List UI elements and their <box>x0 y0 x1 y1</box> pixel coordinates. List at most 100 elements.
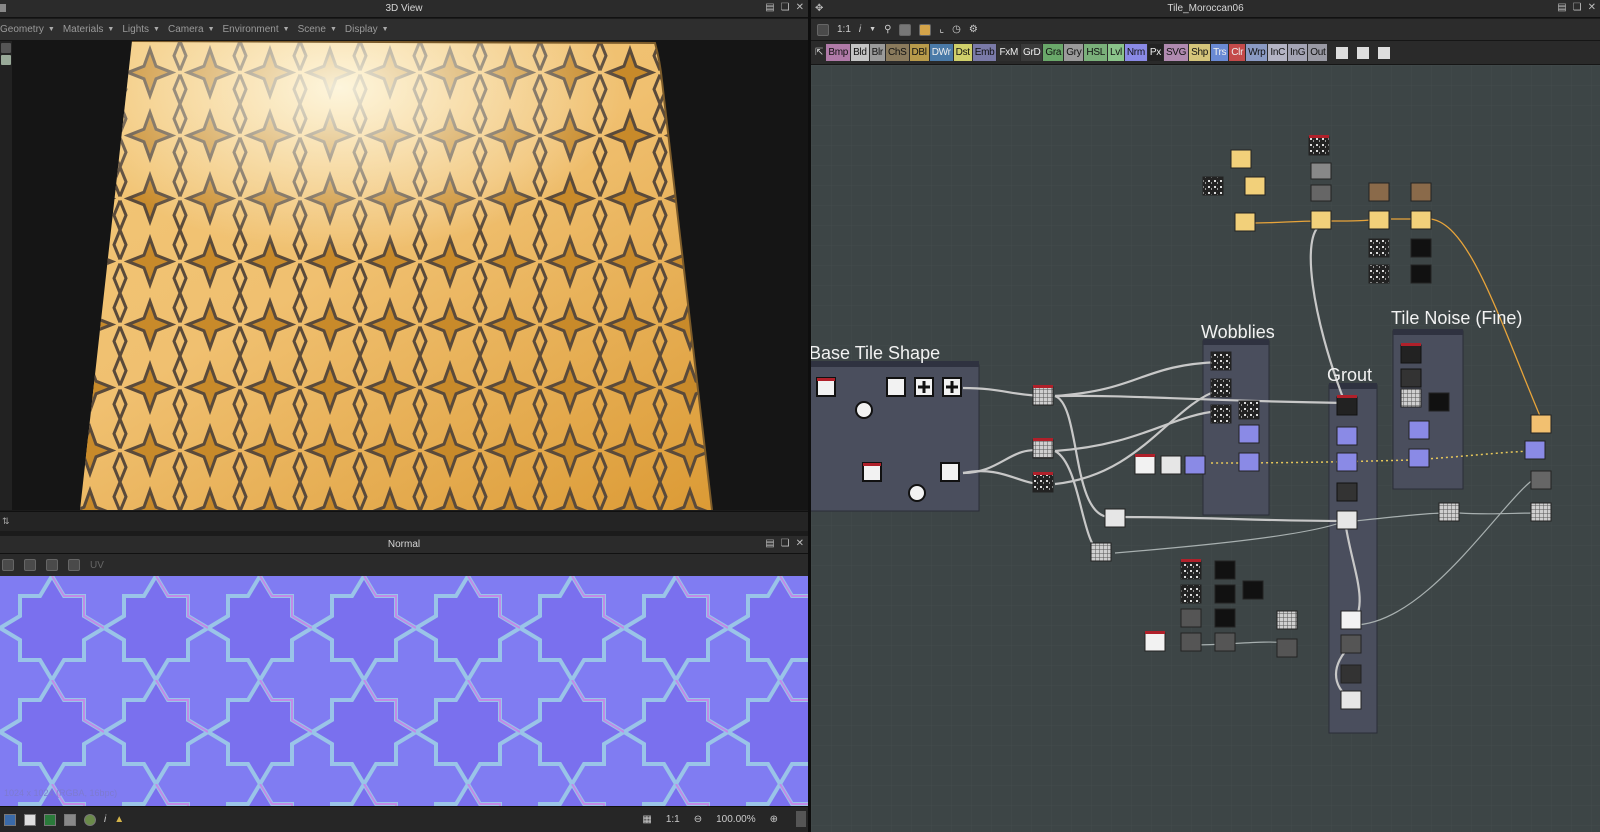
pin-icon[interactable]: ▤ <box>765 538 774 549</box>
gear-icon[interactable]: ⚙ <box>969 24 978 35</box>
menu-scene[interactable]: Scene ▼ <box>298 24 337 35</box>
pin-node-icon[interactable] <box>1378 46 1391 59</box>
menu-geometry[interactable]: Geometry ▼ <box>0 24 55 35</box>
frame-title: Grout <box>1327 365 1373 385</box>
node-button-gry[interactable]: Gry <box>1064 44 1084 61</box>
color-wheel-icon[interactable] <box>84 813 96 826</box>
zoom-in-icon[interactable]: ⊕ <box>770 814 778 825</box>
normal-view-toolbar: UV <box>0 554 808 576</box>
node-button-clr[interactable]: Clr <box>1229 44 1246 61</box>
node-palette: ⇱ Bmp Bld Blr ChS DBl DWr Dst Emb FxM GrD Gra Gry HS… <box>811 41 1600 65</box>
node-graph <box>811 65 1600 832</box>
pin-icon[interactable]: ▤ <box>765 2 774 13</box>
float-icon[interactable]: ❏ <box>781 538 790 549</box>
3d-view-menubar: Geometry ▼ Materials ▼ Lights ▼ Camera ▼ Env… <box>0 19 808 41</box>
left-edge-icon[interactable] <box>0 4 6 12</box>
zoom-ratio[interactable]: 1:1 <box>666 814 680 825</box>
node-button-hsl[interactable]: HSL <box>1084 44 1107 61</box>
graph-move-icon[interactable]: ✥ <box>815 3 823 14</box>
frame-title: Wobblies <box>1201 322 1275 342</box>
node-button-trs[interactable]: Trs <box>1211 44 1229 61</box>
menu-environment[interactable]: Environment ▼ <box>223 24 290 35</box>
chevron-down-icon: ▼ <box>381 26 389 33</box>
node-button-lvl[interactable]: Lvl <box>1107 44 1124 61</box>
scroll-handle[interactable] <box>796 811 806 827</box>
close-icon[interactable]: ✕ <box>796 538 804 549</box>
graph-ratio[interactable]: 1:1 <box>837 24 851 35</box>
node-button-blr[interactable]: Blr <box>869 44 885 61</box>
node-button-nrm[interactable]: Nrm <box>1124 44 1147 61</box>
chevron-down-icon: ▼ <box>329 26 337 33</box>
node-button-fxm[interactable]: FxM <box>997 44 1020 61</box>
node-graph-canvas[interactable]: Base Tile Shape Wobblies Grout Tile Nois… <box>811 65 1600 832</box>
uv-toggle[interactable]: UV <box>90 560 104 571</box>
expand-icon[interactable]: ⇅ <box>2 516 10 527</box>
node-button-dst[interactable]: Dst <box>953 44 972 61</box>
chevron-down-icon: ▼ <box>282 26 290 33</box>
graph-info-icon[interactable]: i <box>859 24 861 35</box>
frame-title: Base Tile Shape <box>811 343 941 363</box>
graph-titlebar: Tile_Moroccan06 ✥ ▤ ❏ ✕ <box>811 0 1600 18</box>
menu-camera[interactable]: Camera ▼ <box>168 24 215 35</box>
menu-display[interactable]: Display ▼ <box>345 24 389 35</box>
node-button-gra[interactable]: Gra <box>1043 44 1064 61</box>
search-icon[interactable]: ⚲ <box>884 24 891 35</box>
link-icon[interactable] <box>899 23 912 36</box>
info-icon[interactable]: i <box>104 814 106 825</box>
histogram-icon[interactable]: ▲ <box>114 814 124 825</box>
window-controls: ▤ ❏ ✕ <box>1557 2 1596 13</box>
connect-icon[interactable]: ⌞ <box>939 24 944 35</box>
zoom-out-icon[interactable]: ⊖ <box>694 814 702 825</box>
chevron-down-icon: ▼ <box>107 26 115 33</box>
pin-icon[interactable]: ▤ <box>1557 2 1566 13</box>
zoom-level[interactable]: 100.00% <box>716 814 755 825</box>
close-icon[interactable]: ✕ <box>1588 2 1596 13</box>
node-button-emb[interactable]: Emb <box>972 44 997 61</box>
node-button-chs[interactable]: ChS <box>885 44 909 61</box>
graph-title: Tile_Moroccan06 <box>1167 3 1244 14</box>
frame-title: Tile Noise (Fine) <box>1391 308 1523 328</box>
node-button-grd[interactable]: GrD <box>1020 44 1043 61</box>
node-button-out[interactable]: Out <box>1308 44 1328 61</box>
fit-icon[interactable]: ▦ <box>642 814 651 825</box>
normal-view-bottombar: i ▲ ▦ 1:1 ⊖ 100.00% ⊕ <box>0 806 808 832</box>
normal-map-preview[interactable]: 1024 x 1024 (RGBA, 16bpc) <box>0 576 808 806</box>
green-channel-icon[interactable] <box>44 813 56 826</box>
pan-icon[interactable] <box>46 559 58 571</box>
node-button-wrp[interactable]: Wrp <box>1246 44 1268 61</box>
node-button-svg[interactable]: SVG <box>1163 44 1189 61</box>
image-info: 1024 x 1024 (RGBA, 16bpc) <box>4 788 118 798</box>
node-button-ing[interactable]: InG <box>1288 44 1308 61</box>
node-button-inc[interactable]: InC <box>1268 44 1288 61</box>
camera-icon[interactable] <box>1 43 11 53</box>
camera-snapshot-icon[interactable] <box>68 559 80 571</box>
float-icon[interactable]: ❏ <box>1573 2 1582 13</box>
rgb-channel-icon[interactable] <box>4 813 16 826</box>
light-icon[interactable] <box>1 55 11 65</box>
node-button-dwr[interactable]: DWr <box>929 44 953 61</box>
node-button-shp[interactable]: Shp <box>1189 44 1211 61</box>
panel-title: 3D View <box>385 3 423 14</box>
comment-icon[interactable] <box>1336 46 1349 59</box>
float-icon[interactable]: ❏ <box>781 2 790 13</box>
document-icon[interactable] <box>24 559 36 571</box>
menu-lights[interactable]: Lights ▼ <box>122 24 160 35</box>
menu-materials[interactable]: Materials ▼ <box>63 24 115 35</box>
node-button-bld[interactable]: Bld <box>851 44 869 61</box>
palette-icon[interactable]: ⇱ <box>815 47 823 58</box>
grid-icon[interactable] <box>64 813 76 826</box>
panel-3d-view-titlebar: 3D View ▤ ❏ ✕ <box>0 0 808 18</box>
frame-icon[interactable] <box>817 23 829 36</box>
node-button-bmp[interactable]: Bmp <box>826 44 851 61</box>
chevron-down-icon: ▼ <box>207 26 215 33</box>
channels-icon[interactable] <box>2 559 14 571</box>
node-button-dbl[interactable]: DBl <box>909 44 929 61</box>
3d-viewport[interactable] <box>0 41 808 510</box>
timer-icon[interactable]: ◷ <box>952 24 961 35</box>
node-button-px[interactable]: Px <box>1147 44 1163 61</box>
dropdown-icon[interactable]: ▼ <box>869 26 876 33</box>
checker-icon[interactable] <box>24 813 36 826</box>
align-icon[interactable] <box>919 23 932 36</box>
frame-node-icon[interactable] <box>1357 46 1370 59</box>
close-icon[interactable]: ✕ <box>796 2 804 13</box>
